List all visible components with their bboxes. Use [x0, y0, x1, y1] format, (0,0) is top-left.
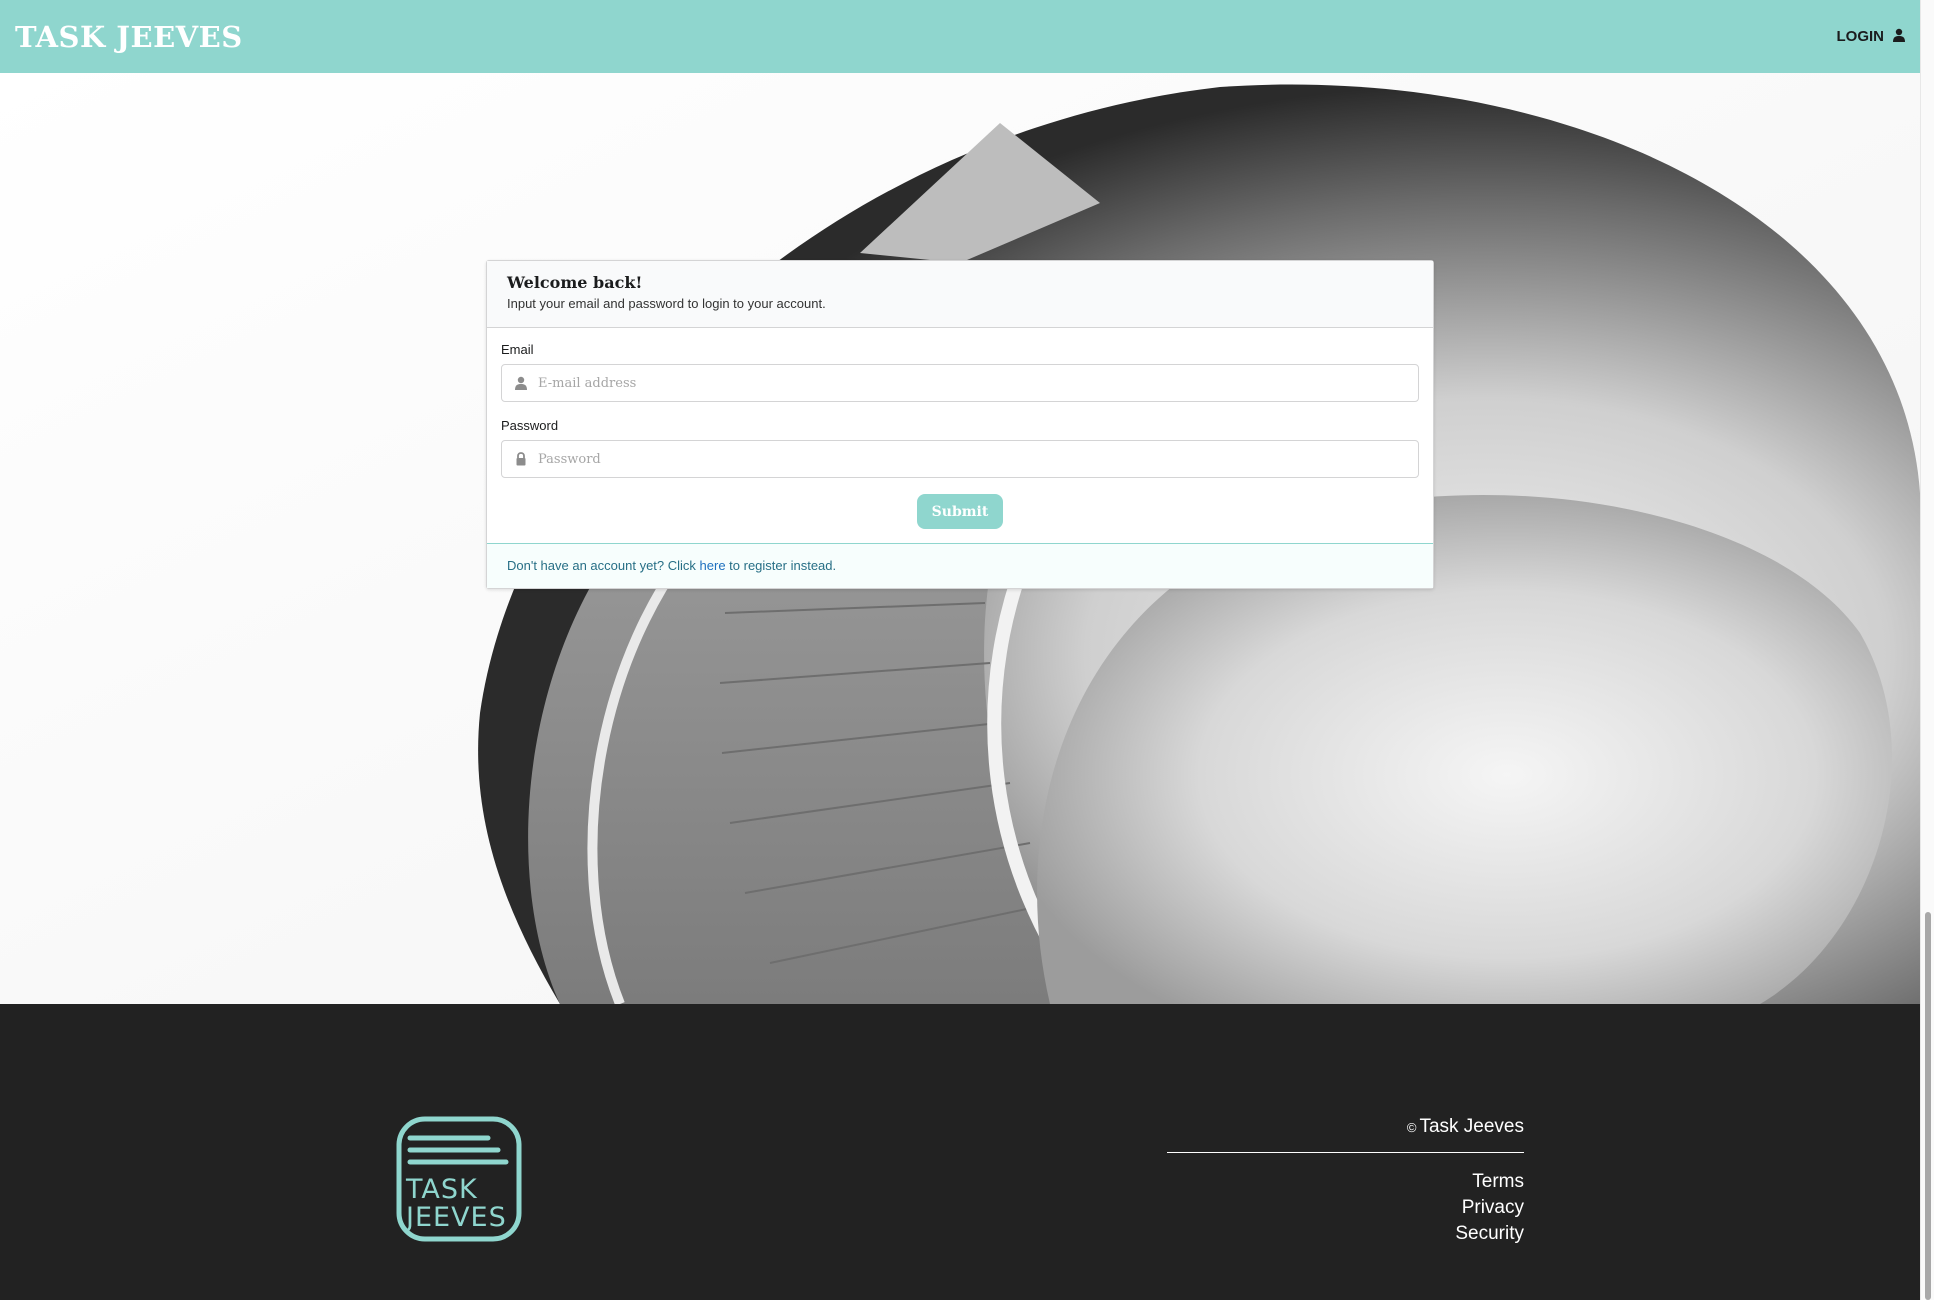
scrollbar-thumb[interactable] [1925, 912, 1931, 1300]
login-label: LOGIN [1836, 28, 1885, 45]
submit-button[interactable]: Submit [917, 494, 1003, 529]
password-field-wrapper[interactable] [501, 440, 1419, 478]
submit-row: Submit [501, 494, 1419, 529]
lock-icon [514, 452, 528, 466]
login-title: Welcome back! [507, 273, 643, 292]
register-prefix: Don't have an account yet? Click [507, 558, 700, 573]
top-navbar: TASK JEEVES LOGIN [0, 0, 1920, 73]
email-input[interactable] [538, 365, 1408, 401]
copyright: © Task Jeeves [1167, 1116, 1524, 1153]
login-subtitle: Input your email and password to login t… [507, 296, 826, 311]
footer-links-column: © Task Jeeves Terms Privacy Security [1167, 1116, 1524, 1247]
user-icon [1892, 28, 1906, 46]
footer-link-privacy[interactable]: Privacy [1167, 1195, 1524, 1221]
login-card: Welcome back! Input your email and passw… [486, 260, 1434, 589]
logo-text-line2: JEEVES [404, 1202, 507, 1233]
page-footer: TASK JEEVES © Task Jeeves Terms Privacy S… [0, 1004, 1920, 1300]
copyright-text: Task Jeeves [1419, 1116, 1524, 1137]
task-jeeves-logo: TASK JEEVES [396, 1116, 522, 1242]
email-field-wrapper[interactable] [501, 364, 1419, 402]
copyright-symbol: © [1406, 1120, 1417, 1135]
login-card-header: Welcome back! Input your email and passw… [487, 261, 1433, 328]
footer-link-terms[interactable]: Terms [1167, 1169, 1524, 1195]
brand-title[interactable]: TASK JEEVES [15, 20, 243, 54]
login-form: Email Password Submit [487, 328, 1433, 543]
password-input[interactable] [538, 441, 1408, 477]
password-label: Password [501, 418, 559, 433]
user-icon [514, 376, 528, 390]
email-label: Email [501, 342, 534, 357]
footer-link-security[interactable]: Security [1167, 1221, 1524, 1247]
register-suffix: to register instead. [725, 558, 837, 573]
register-message: Don't have an account yet? Click here to… [487, 543, 1433, 588]
page-scrollbar[interactable] [1920, 0, 1934, 1300]
logo-text-line1: TASK [405, 1174, 478, 1205]
register-link[interactable]: here [700, 558, 726, 573]
login-link[interactable]: LOGIN [1837, 28, 1907, 46]
